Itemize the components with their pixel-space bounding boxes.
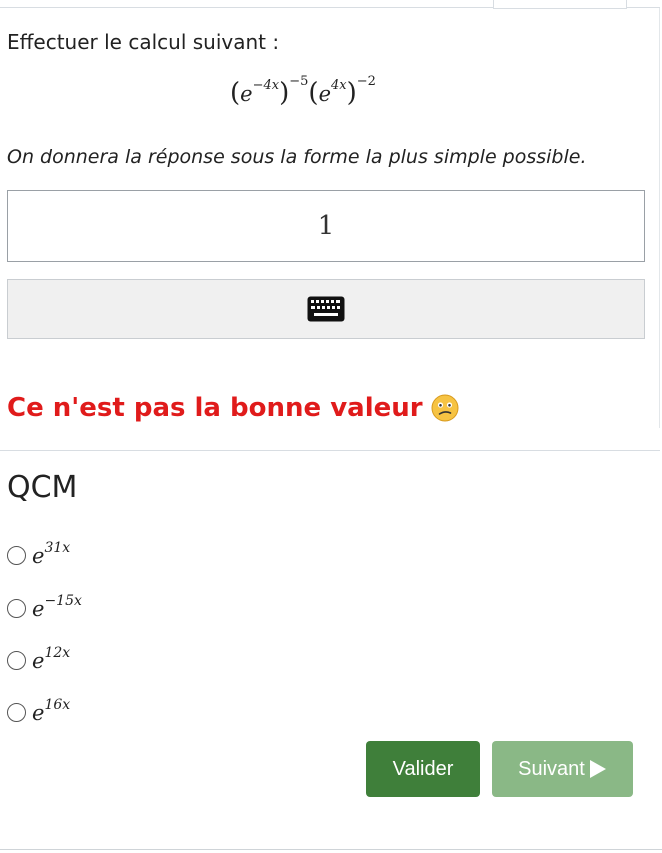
top-tab — [493, 0, 627, 9]
section-divider — [0, 450, 660, 451]
formula-outer-exp-2: −2 — [356, 74, 376, 89]
bottom-border — [0, 849, 662, 850]
keyboard-icon — [307, 296, 345, 322]
feedback-message: Ce n'est pas la bonne valeur — [7, 393, 459, 423]
radio-button[interactable] — [7, 703, 26, 722]
qcm-choice-3[interactable]: e12x — [7, 645, 71, 673]
radio-button[interactable] — [7, 599, 26, 618]
qcm-choice-1[interactable]: e31x — [7, 540, 71, 568]
right-border — [659, 8, 660, 428]
feedback-text: Ce n'est pas la bonne valeur — [7, 393, 423, 423]
qcm-choice-4[interactable]: e16x — [7, 697, 71, 725]
choice-label: e−15x — [32, 593, 82, 621]
answer-input[interactable]: 1 — [7, 190, 645, 262]
validate-button[interactable]: Valider — [366, 741, 480, 797]
qcm-title: QCM — [7, 470, 78, 505]
choice-label: e31x — [32, 540, 71, 568]
next-button[interactable]: Suivant — [492, 741, 633, 797]
formula-base-1: e — [240, 82, 253, 106]
choice-label: e16x — [32, 697, 71, 725]
answer-value: 1 — [317, 211, 335, 241]
radio-button[interactable] — [7, 651, 26, 670]
formula-exp-2: 4x — [331, 78, 347, 93]
question-hint: On donnera la réponse sous la forme la p… — [7, 146, 587, 168]
play-triangle-icon — [589, 760, 606, 778]
formula-outer-exp-1: −5 — [289, 74, 309, 89]
question-prompt: Effectuer le calcul suivant : — [7, 30, 280, 54]
radio-button[interactable] — [7, 546, 26, 565]
choice-label: e12x — [32, 645, 71, 673]
virtual-keyboard-toggle[interactable] — [7, 279, 645, 339]
formula-base-2: e — [318, 82, 332, 106]
formula-exp-1: −4x — [252, 78, 280, 93]
question-formula: (e−4x)−5(e4x)−2 — [230, 74, 376, 108]
qcm-choice-2[interactable]: e−15x — [7, 593, 82, 621]
confused-face-icon — [431, 394, 459, 422]
